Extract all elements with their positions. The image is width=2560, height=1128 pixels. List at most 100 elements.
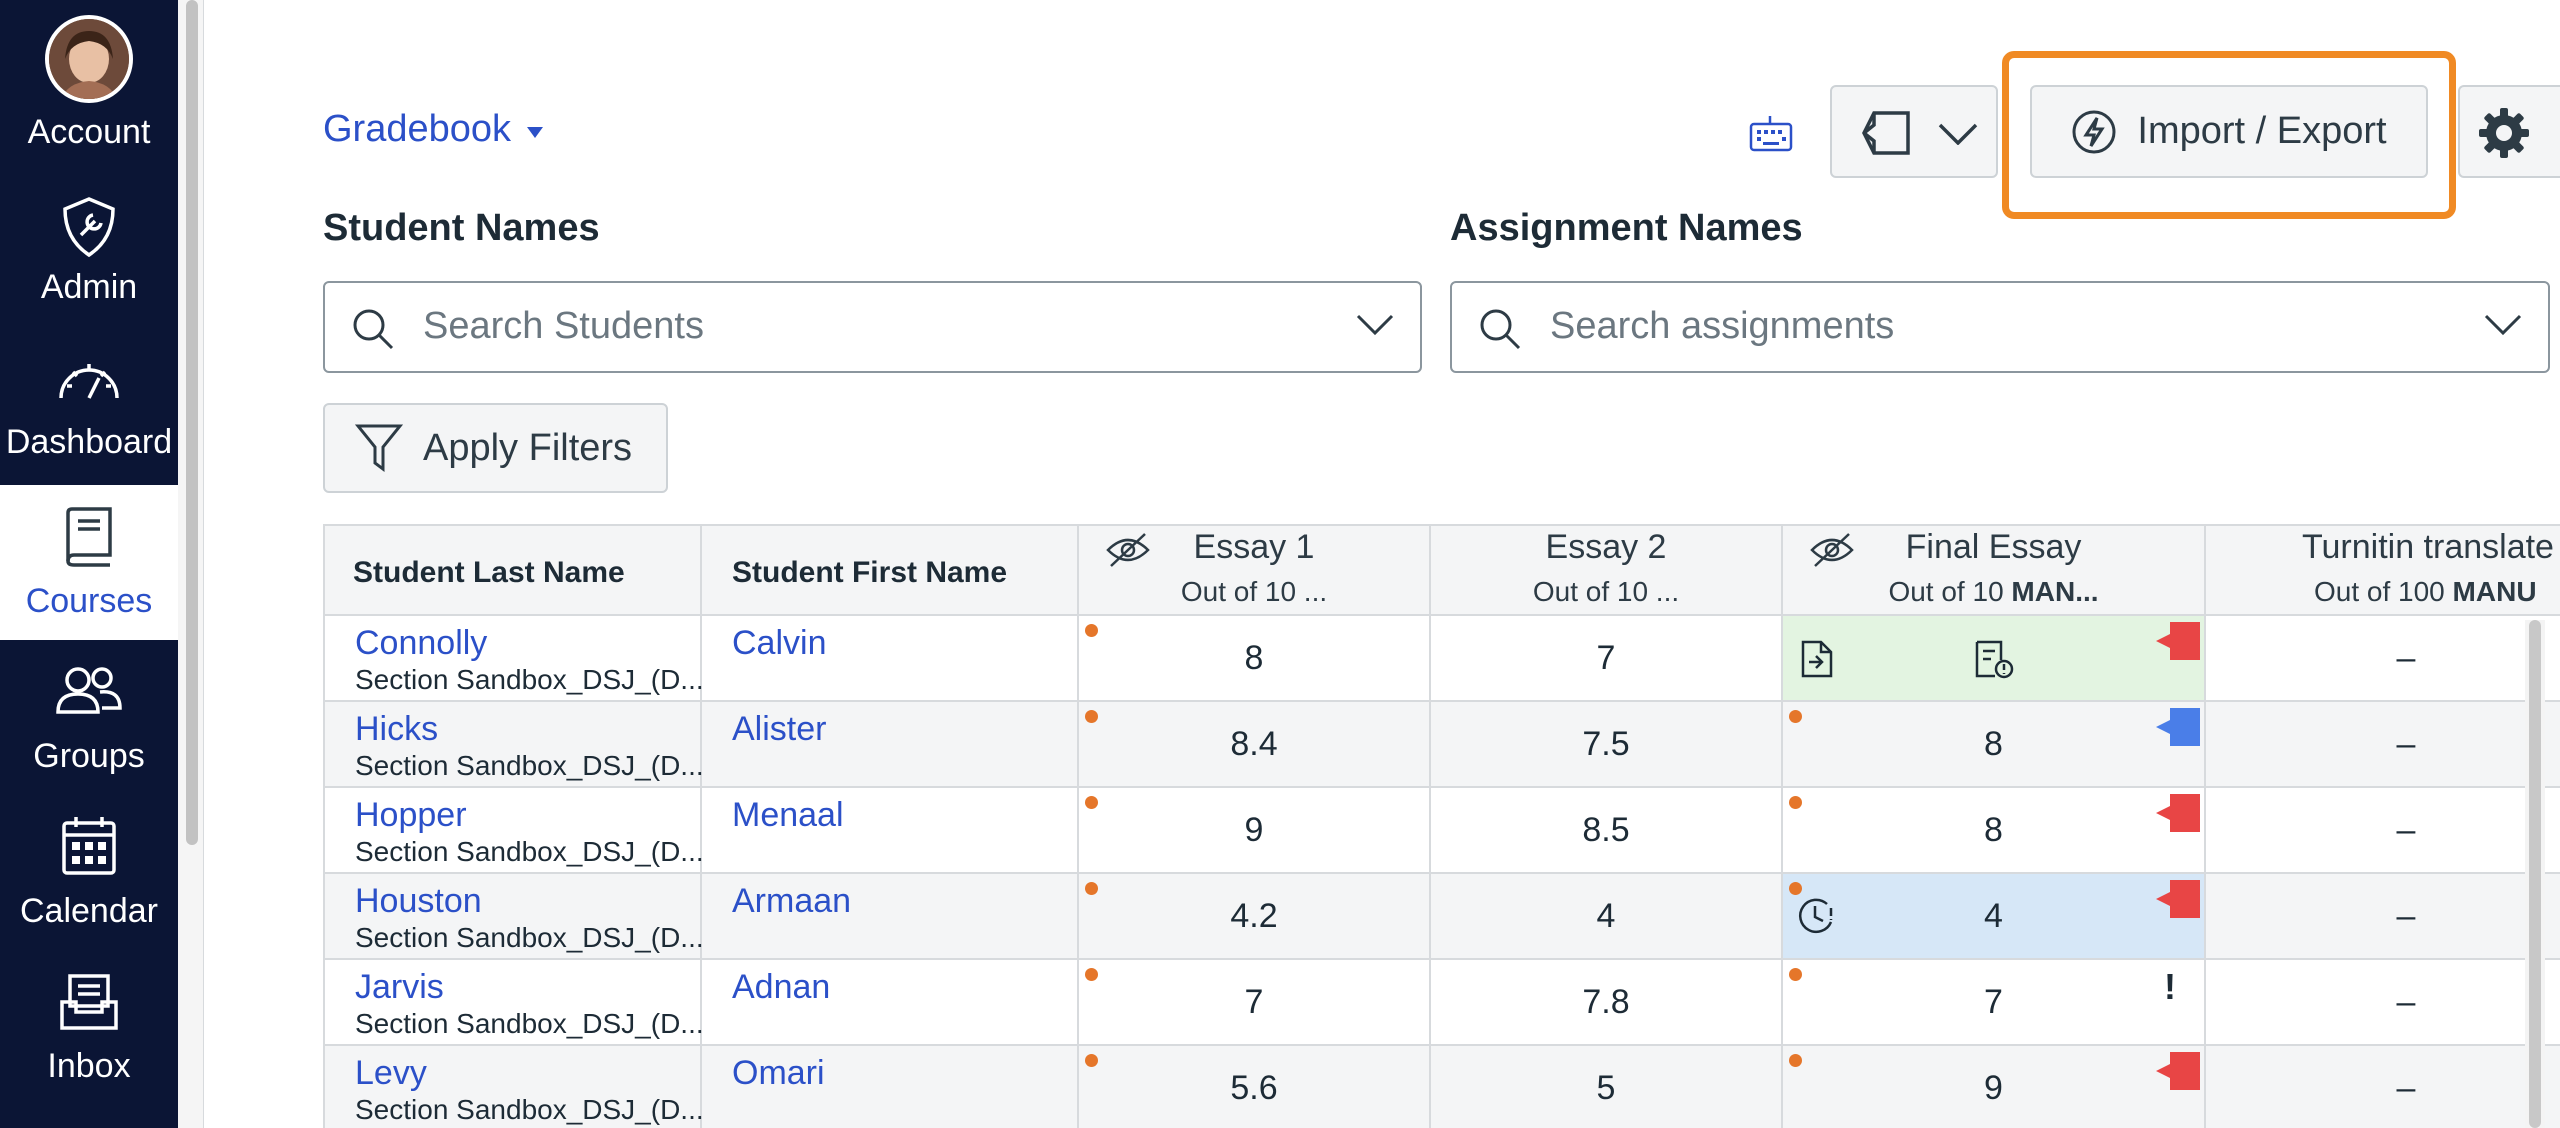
- grade-cell-turnitin[interactable]: –: [2206, 1046, 2560, 1128]
- header-first-name-label: Student First Name: [732, 556, 1008, 589]
- apply-filters-label: Apply Filters: [423, 426, 633, 469]
- search-icon: [1480, 309, 1521, 350]
- assignment-search-input[interactable]: Search assignments: [1450, 281, 2550, 373]
- student-last-name-link[interactable]: Houston: [355, 882, 482, 921]
- header-final-essay-title: Final Essay: [1905, 528, 2082, 566]
- nav-groups[interactable]: Groups: [0, 640, 178, 795]
- nav-inbox[interactable]: Inbox: [0, 950, 178, 1105]
- grade-cell-essay-1[interactable]: 8.4: [1079, 702, 1431, 786]
- header-final-essay-subtitle-prefix: Out of 10: [1888, 576, 2012, 607]
- grade-cell-final-essay[interactable]: [1783, 616, 2206, 700]
- student-first-name-link[interactable]: Adnan: [732, 968, 830, 1007]
- grade-cell-turnitin[interactable]: –: [2206, 960, 2560, 1044]
- first-name-cell: Armaan: [702, 874, 1079, 958]
- student-last-name-link[interactable]: Hicks: [355, 710, 438, 749]
- view-options-button[interactable]: [1830, 85, 1998, 178]
- nav-account[interactable]: Account: [0, 0, 178, 155]
- grade-value: 8.4: [1230, 725, 1278, 763]
- nav-courses-label: Courses: [25, 582, 153, 620]
- grade-cell-essay-1[interactable]: 7: [1079, 960, 1431, 1044]
- keyboard-shortcuts-button[interactable]: [1748, 112, 1794, 154]
- student-first-name-link[interactable]: Calvin: [732, 624, 826, 663]
- grade-cell-essay-2[interactable]: 5: [1431, 1046, 1783, 1128]
- apply-filters-button[interactable]: Apply Filters: [323, 403, 668, 493]
- grade-value: –: [2396, 725, 2416, 763]
- nav-account-label: Account: [27, 113, 151, 151]
- grade-cell-final-essay[interactable]: 8: [1783, 702, 2206, 786]
- grade-cell-turnitin[interactable]: –: [2206, 702, 2560, 786]
- header-first-name[interactable]: Student First Name: [702, 526, 1079, 616]
- nav-dashboard[interactable]: Dashboard: [0, 330, 178, 485]
- student-first-name-link[interactable]: Alister: [732, 710, 826, 749]
- first-name-cell: Calvin: [702, 616, 1079, 700]
- student-first-name-link[interactable]: Menaal: [732, 796, 844, 835]
- header-essay-2[interactable]: Essay 2 Out of 10 ...: [1431, 526, 1783, 616]
- grade-cell-final-essay[interactable]: 8: [1783, 788, 2206, 872]
- grade-cell-essay-2[interactable]: 7.5: [1431, 702, 1783, 786]
- grid-scrollbar-thumb[interactable]: [2529, 620, 2541, 1128]
- grade-value: –: [2396, 811, 2416, 849]
- header-essay-1[interactable]: Essay 1 Out of 10 ...: [1079, 526, 1431, 616]
- grade-value: 4.2: [1230, 897, 1278, 935]
- gradebook-menu[interactable]: Gradebook: [323, 108, 544, 151]
- grade-value: 7.5: [1582, 725, 1630, 763]
- student-first-name-link[interactable]: Omari: [732, 1054, 825, 1093]
- header-turnitin-title: Turnitin translate: [2302, 528, 2554, 566]
- student-search-placeholder: Search Students: [423, 305, 704, 347]
- student-last-name-link[interactable]: Levy: [355, 1054, 427, 1093]
- grade-cell-essay-1[interactable]: 9: [1079, 788, 1431, 872]
- speedometer-icon: [59, 364, 119, 399]
- chevron-down-icon: [1938, 123, 1978, 145]
- grade-cell-turnitin[interactable]: –: [2206, 616, 2560, 700]
- grade-cell-essay-1[interactable]: 5.6: [1079, 1046, 1431, 1128]
- gradebook-settings-button[interactable]: [2458, 85, 2560, 178]
- nav-courses[interactable]: Courses: [0, 485, 178, 640]
- gradebook-menu-label: Gradebook: [323, 108, 512, 150]
- student-last-name-link[interactable]: Jarvis: [355, 968, 444, 1007]
- grade-cell-essay-1[interactable]: 8: [1079, 616, 1431, 700]
- grade-value: –: [2396, 639, 2416, 677]
- excused-mark: !: [2164, 966, 2176, 1007]
- table-row: Houston Section Sandbox_DSJ_(D... Armaan…: [325, 874, 2560, 960]
- view-options-icon: [1862, 111, 1910, 155]
- grade-cell-essay-2[interactable]: 8.5: [1431, 788, 1783, 872]
- student-search-input[interactable]: Search Students: [323, 281, 1422, 373]
- nav-admin-label: Admin: [40, 268, 138, 306]
- header-final-essay[interactable]: Final Essay Out of 10 MAN...: [1783, 526, 2206, 616]
- unposted-dot: [1085, 624, 1098, 637]
- grade-cell-essay-2[interactable]: 7: [1431, 616, 1783, 700]
- grade-cell-final-essay[interactable]: 9: [1783, 1046, 2206, 1128]
- search-icon: [353, 309, 394, 350]
- grade-cell-turnitin[interactable]: –: [2206, 874, 2560, 958]
- chevron-down-icon[interactable]: [2484, 313, 2522, 337]
- grade-cell-essay-2[interactable]: 7.8: [1431, 960, 1783, 1044]
- header-last-name[interactable]: Student Last Name: [325, 526, 702, 616]
- course-nav-scrollbar-thumb[interactable]: [186, 0, 198, 845]
- unposted-dot: [1085, 710, 1098, 723]
- grade-cell-essay-1[interactable]: 4.2: [1079, 874, 1431, 958]
- grade-cell-final-essay[interactable]: 4: [1783, 874, 2206, 958]
- course-nav-scrollbar[interactable]: [178, 0, 204, 1128]
- import-export-button[interactable]: Import / Export: [2030, 85, 2428, 178]
- unposted-dot: [1789, 796, 1802, 809]
- grid-vertical-scrollbar[interactable]: [2525, 620, 2545, 1128]
- student-first-name-link[interactable]: Armaan: [732, 882, 851, 921]
- grade-value: 8.5: [1582, 811, 1630, 849]
- grade-cell-final-essay[interactable]: ! 7: [1783, 960, 2206, 1044]
- unposted-dot: [1085, 1054, 1098, 1067]
- student-section: Section Sandbox_DSJ_(D...: [355, 750, 704, 781]
- header-final-essay-subtitle-type: MAN...: [2011, 576, 2099, 607]
- chevron-down-icon[interactable]: [1356, 313, 1394, 337]
- nav-admin[interactable]: Admin: [0, 175, 178, 330]
- student-last-name-link[interactable]: Hopper: [355, 796, 467, 835]
- nav-calendar[interactable]: Calendar: [0, 795, 178, 950]
- student-last-name-link[interactable]: Connolly: [355, 624, 487, 663]
- header-turnitin-subtitle-prefix: Out of 100: [2314, 576, 2453, 607]
- grade-value: –: [2396, 897, 2416, 935]
- first-name-cell: Adnan: [702, 960, 1079, 1044]
- grade-cell-turnitin[interactable]: –: [2206, 788, 2560, 872]
- book-icon: [66, 507, 112, 567]
- grade-cell-essay-2[interactable]: 4: [1431, 874, 1783, 958]
- red-flag-icon: [2156, 1052, 2200, 1090]
- header-turnitin[interactable]: Turnitin translate Out of 100 MANU: [2206, 526, 2560, 616]
